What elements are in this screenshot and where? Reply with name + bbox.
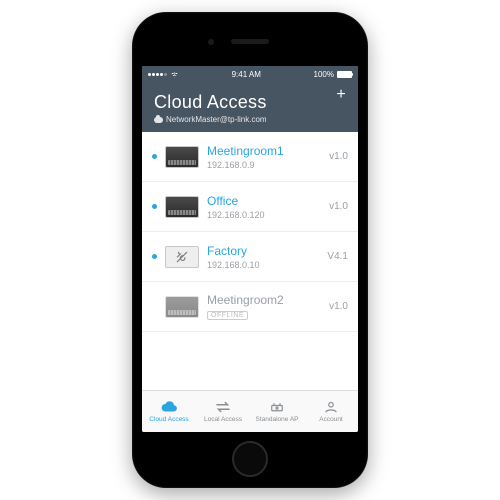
device-thumb-icon	[165, 296, 199, 318]
account-email-text: NetworkMaster@tp-link.com	[166, 115, 267, 124]
online-dot-icon	[152, 154, 157, 159]
swap-icon	[214, 400, 232, 414]
tab-label: Standalone AP	[255, 416, 298, 423]
device-row[interactable]: Meetingroom1 192.168.0.9 v1.0	[142, 132, 358, 182]
device-version: v1.0	[329, 201, 348, 212]
tab-local-access[interactable]: Local Access	[196, 391, 250, 432]
header: + Cloud Access NetworkMaster@tp-link.com	[142, 82, 358, 132]
status-bar: 9:41 AM 100%	[142, 66, 358, 82]
screen: 9:41 AM 100% + Cloud Access NetworkMaste…	[142, 66, 358, 432]
page-title: Cloud Access	[154, 92, 346, 113]
online-dot-icon	[152, 204, 157, 209]
device-version: v1.0	[329, 151, 348, 162]
wifi-icon	[170, 71, 179, 78]
tab-cloud-access[interactable]: Cloud Access	[142, 391, 196, 432]
device-row[interactable]: Meetingroom2 OFFLINE v1.0	[142, 282, 358, 332]
tab-label: Account	[319, 416, 343, 423]
tools-icon	[165, 246, 199, 268]
device-name: Meetingroom2	[207, 293, 321, 308]
device-list: Meetingroom1 192.168.0.9 v1.0 Office 192…	[142, 132, 358, 390]
account-email: NetworkMaster@tp-link.com	[154, 115, 346, 124]
user-icon	[322, 400, 340, 414]
device-row[interactable]: Office 192.168.0.120 v1.0	[142, 182, 358, 232]
tab-bar: Cloud Access Local Access Standalone AP …	[142, 390, 358, 432]
device-thumb-icon	[165, 146, 199, 168]
device-ip: 192.168.0.10	[207, 260, 319, 270]
add-button[interactable]: +	[334, 88, 348, 102]
tab-account[interactable]: Account	[304, 391, 358, 432]
signal-dots-icon	[148, 73, 167, 76]
device-status: OFFLINE	[207, 309, 321, 320]
device-version: V4.1	[327, 251, 348, 262]
cloud-icon	[154, 117, 163, 123]
device-version: v1.0	[329, 301, 348, 312]
phone-frame: 9:41 AM 100% + Cloud Access NetworkMaste…	[132, 12, 368, 488]
offline-badge: OFFLINE	[207, 311, 248, 320]
status-time: 9:41 AM	[232, 70, 261, 79]
battery-icon	[337, 71, 352, 78]
phone-camera	[208, 39, 214, 45]
device-ip: 192.168.0.120	[207, 210, 321, 220]
home-button[interactable]	[232, 441, 268, 477]
tab-standalone-ap[interactable]: Standalone AP	[250, 391, 304, 432]
tab-label: Local Access	[204, 416, 242, 423]
tab-label: Cloud Access	[149, 416, 188, 423]
ap-icon	[268, 400, 286, 414]
device-name: Office	[207, 194, 321, 209]
device-name: Factory	[207, 244, 319, 259]
phone-speaker	[231, 39, 269, 44]
online-dot-icon	[152, 254, 157, 259]
cloud-icon	[160, 400, 178, 414]
device-ip: 192.168.0.9	[207, 160, 321, 170]
device-thumb-icon	[165, 196, 199, 218]
battery-percent: 100%	[314, 70, 334, 79]
device-name: Meetingroom1	[207, 144, 321, 159]
device-row[interactable]: Factory 192.168.0.10 V4.1	[142, 232, 358, 282]
